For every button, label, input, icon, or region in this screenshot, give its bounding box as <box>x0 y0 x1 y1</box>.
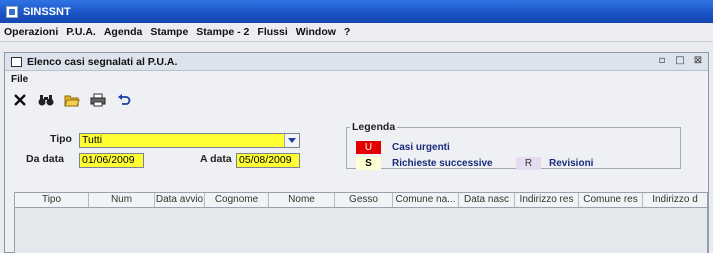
internal-window-titlebar[interactable]: Elenco casi segnalati al P.U.A. ▫ □ ⊠ <box>5 53 708 71</box>
menu-help[interactable]: ? <box>344 26 350 38</box>
column-header-indirizzo-d[interactable]: Indirizzo d <box>643 193 707 207</box>
column-header-cognome[interactable]: Cognome <box>205 193 269 207</box>
da-data-field[interactable]: 01/06/2009 <box>79 153 144 168</box>
column-header-gesso[interactable]: Gesso <box>335 193 393 207</box>
close-window-icon[interactable]: ⊠ <box>692 55 704 67</box>
a-data-value: 05/08/2009 <box>239 154 292 166</box>
table-body[interactable] <box>14 208 708 253</box>
a-data-label: A data <box>200 153 232 165</box>
legend-title: Legenda <box>350 121 398 133</box>
da-data-label: Da data <box>26 153 64 165</box>
file-menu-label: File <box>11 74 29 85</box>
internal-window-title: Elenco casi segnalati al P.U.A. <box>27 55 178 68</box>
legend-label-revision: Revisioni <box>549 158 594 169</box>
da-data-value: 01/06/2009 <box>82 154 135 166</box>
app-title: SINSSNT <box>23 5 71 18</box>
menu-agenda[interactable]: Agenda <box>104 26 143 38</box>
menu-flussi[interactable]: Flussi <box>257 26 287 38</box>
app-titlebar: SINSSNT <box>0 0 713 23</box>
legend-chip-revision: R <box>516 157 541 170</box>
column-header-comune-res[interactable]: Comune res <box>579 193 643 207</box>
legend-label-successive: Richieste successive <box>392 158 493 169</box>
tipo-value: Tutti <box>82 134 103 146</box>
menu-stampe[interactable]: Stampe <box>150 26 188 38</box>
app-icon <box>6 5 18 18</box>
column-header-data-avvio[interactable]: Data avvio <box>155 193 205 207</box>
chevron-down-icon[interactable] <box>284 134 299 147</box>
menu-pua[interactable]: P.U.A. <box>66 26 96 38</box>
print-icon[interactable] <box>89 91 107 109</box>
column-header-num[interactable]: Num <box>89 193 155 207</box>
menu-window[interactable]: Window <box>296 26 336 38</box>
open-folder-icon[interactable] <box>63 91 81 109</box>
menu-operazioni[interactable]: Operazioni <box>4 26 58 38</box>
file-menu[interactable]: File <box>11 74 28 85</box>
toolbar <box>11 90 133 110</box>
table-header: Tipo Num Data avvio Cognome Nome Gesso C… <box>14 192 708 208</box>
restore-icon[interactable]: ▫ <box>656 55 668 67</box>
legend-chip-successive: S <box>356 157 381 170</box>
menu-stampe-2[interactable]: Stampe - 2 <box>196 26 249 38</box>
window-icon <box>11 56 22 67</box>
column-header-nome[interactable]: Nome <box>269 193 335 207</box>
column-header-indirizzo-res[interactable]: Indirizzo res <box>515 193 579 207</box>
tipo-combobox[interactable]: Tutti <box>79 133 300 148</box>
tipo-label: Tipo <box>50 133 72 145</box>
find-icon[interactable] <box>37 91 55 109</box>
a-data-field[interactable]: 05/08/2009 <box>236 153 300 168</box>
column-header-data-nascita[interactable]: Data nasc <box>459 193 515 207</box>
legend-chip-urgent: U <box>356 141 381 154</box>
column-header-comune-nascita[interactable]: Comune na... <box>393 193 459 207</box>
undo-icon[interactable] <box>115 91 133 109</box>
close-icon[interactable] <box>11 91 29 109</box>
column-header-tipo[interactable]: Tipo <box>15 193 89 207</box>
legend-label-urgent: Casi urgenti <box>392 142 450 153</box>
maximize-icon[interactable]: □ <box>674 55 686 67</box>
menu-bar: Operazioni P.U.A. Agenda Stampe Stampe -… <box>0 23 713 42</box>
